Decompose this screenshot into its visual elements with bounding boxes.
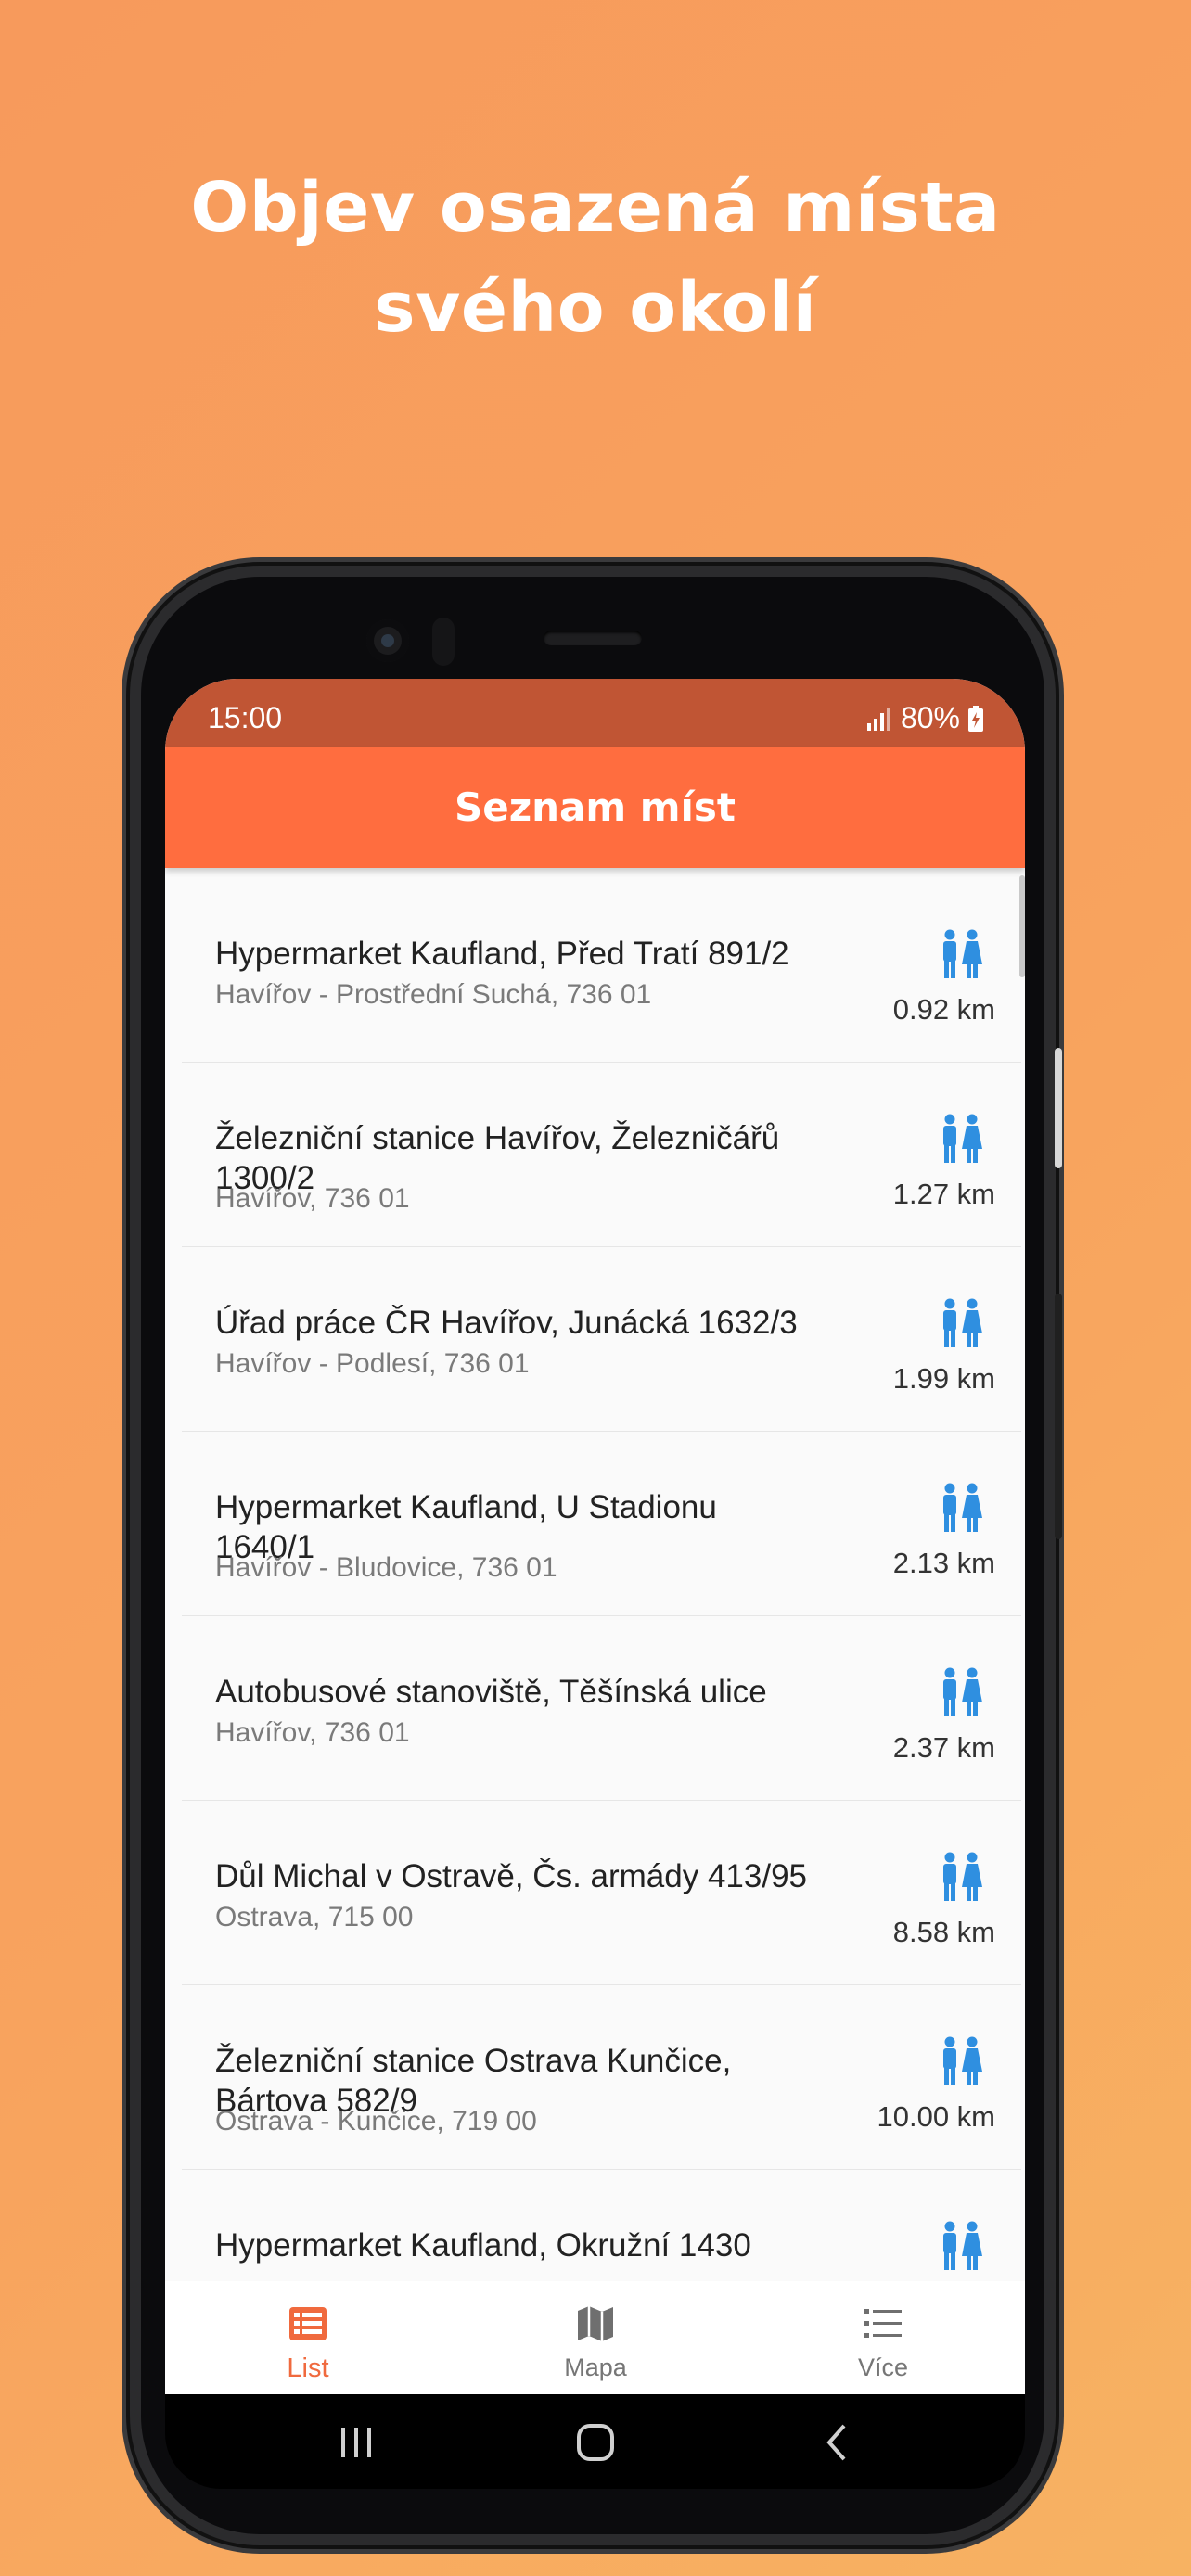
list-item[interactable]: Autobusové stanoviště, Těšínská ulice Ha… xyxy=(182,1616,1021,1801)
place-title: Hypermarket Kaufland, Okružní 1430 xyxy=(215,2227,751,2264)
app-screen: 15:00 80% Seznam míst Hypermarket Kaufla… xyxy=(165,679,1025,2394)
places-list: Hypermarket Kaufland, Před Tratí 891/2 H… xyxy=(165,878,1025,2354)
place-distance: 0.92 km xyxy=(892,993,995,1026)
list-item[interactable]: Železniční stanice Ostrava Kunčice, Bárt… xyxy=(182,1985,1021,2170)
list-icon xyxy=(289,2307,327,2340)
nav-tab-more[interactable]: Více xyxy=(790,2281,976,2394)
page-title: Seznam míst xyxy=(454,784,736,830)
home-icon[interactable] xyxy=(575,2422,616,2463)
nav-tab-list[interactable]: List xyxy=(215,2281,401,2394)
system-navigation-bar xyxy=(165,2394,1025,2489)
place-distance: 2.37 km xyxy=(892,1731,995,1764)
headline-line-1: Objev osazená místa xyxy=(190,168,1001,248)
app-bar: Seznam míst xyxy=(165,747,1025,868)
status-time: 15:00 xyxy=(208,701,283,734)
place-address: Havířov, 736 01 xyxy=(215,1717,410,1748)
proximity-sensor xyxy=(432,618,455,666)
place-title: Autobusové stanoviště, Těšínská ulice xyxy=(215,1674,767,1710)
nav-label-more: Více xyxy=(857,2353,909,2381)
list-item[interactable]: Úřad práce ČR Havířov, Junácká 1632/3 Ha… xyxy=(182,1247,1021,1432)
restroom-icon xyxy=(943,1667,982,1716)
place-address: Havířov - Bludovice, 736 01 xyxy=(215,1552,557,1583)
list-item[interactable]: Důl Michal v Ostravě, Čs. armády 413/95 … xyxy=(182,1801,1021,1985)
signal-icon xyxy=(866,707,890,731)
place-address: Havířov - Prostřední Suchá, 736 01 xyxy=(215,979,652,1010)
front-camera xyxy=(366,619,409,662)
place-distance: 8.58 km xyxy=(892,1916,995,1948)
list-item[interactable]: Železniční stanice Havířov, Železničářů … xyxy=(182,1063,1021,1247)
place-title: Důl Michal v Ostravě, Čs. armády 413/95 xyxy=(215,1858,808,1894)
place-address: Ostrava - Kunčice, 719 00 xyxy=(215,2106,537,2136)
place-address: Havířov, 736 01 xyxy=(215,1183,410,1214)
nav-tab-map[interactable]: Mapa xyxy=(503,2281,688,2394)
restroom-icon xyxy=(943,2036,982,2085)
restroom-icon xyxy=(943,1852,982,1901)
map-icon xyxy=(578,2306,613,2341)
status-indicators: 80% xyxy=(865,701,984,735)
restroom-icon xyxy=(943,1298,982,1347)
nav-label-list: List xyxy=(287,2353,329,2383)
place-distance: 1.27 km xyxy=(892,1178,995,1210)
status-bar: 15:00 80% xyxy=(165,679,1025,747)
place-address: Havířov - Podlesí, 736 01 xyxy=(215,1348,530,1379)
restroom-icon xyxy=(943,1483,982,1532)
nav-label-map: Mapa xyxy=(564,2353,627,2381)
bottom-navigation: List Mapa Více xyxy=(165,2281,1025,2394)
restroom-icon xyxy=(943,1114,982,1163)
headline-line-2: svého okolí xyxy=(374,268,817,348)
recent-apps-icon[interactable] xyxy=(338,2424,375,2461)
list-item[interactable]: Hypermarket Kaufland, Před Tratí 891/2 H… xyxy=(182,878,1021,1063)
promo-headline: Objev osazená místa svého okolí xyxy=(0,158,1191,358)
volume-button xyxy=(1055,1048,1062,1168)
place-title: Hypermarket Kaufland, Před Tratí 891/2 xyxy=(215,936,789,972)
more-menu-icon xyxy=(864,2309,902,2338)
place-title: Úřad práce ČR Havířov, Junácká 1632/3 xyxy=(215,1305,798,1341)
restroom-icon xyxy=(943,929,982,978)
place-address: Ostrava, 715 00 xyxy=(215,1902,414,1932)
place-distance: 1.99 km xyxy=(892,1362,995,1395)
battery-percent: 80% xyxy=(900,701,960,734)
earpiece-speaker xyxy=(544,631,642,645)
place-distance: 10.00 km xyxy=(877,2100,995,2133)
back-icon[interactable] xyxy=(822,2422,850,2463)
place-distance: 2.13 km xyxy=(892,1547,995,1579)
restroom-icon xyxy=(943,2221,982,2270)
battery-charging-icon xyxy=(968,705,983,732)
list-item[interactable]: Hypermarket Kaufland, U Stadionu 1640/1 … xyxy=(182,1432,1021,1616)
power-button xyxy=(1055,1294,1062,1539)
